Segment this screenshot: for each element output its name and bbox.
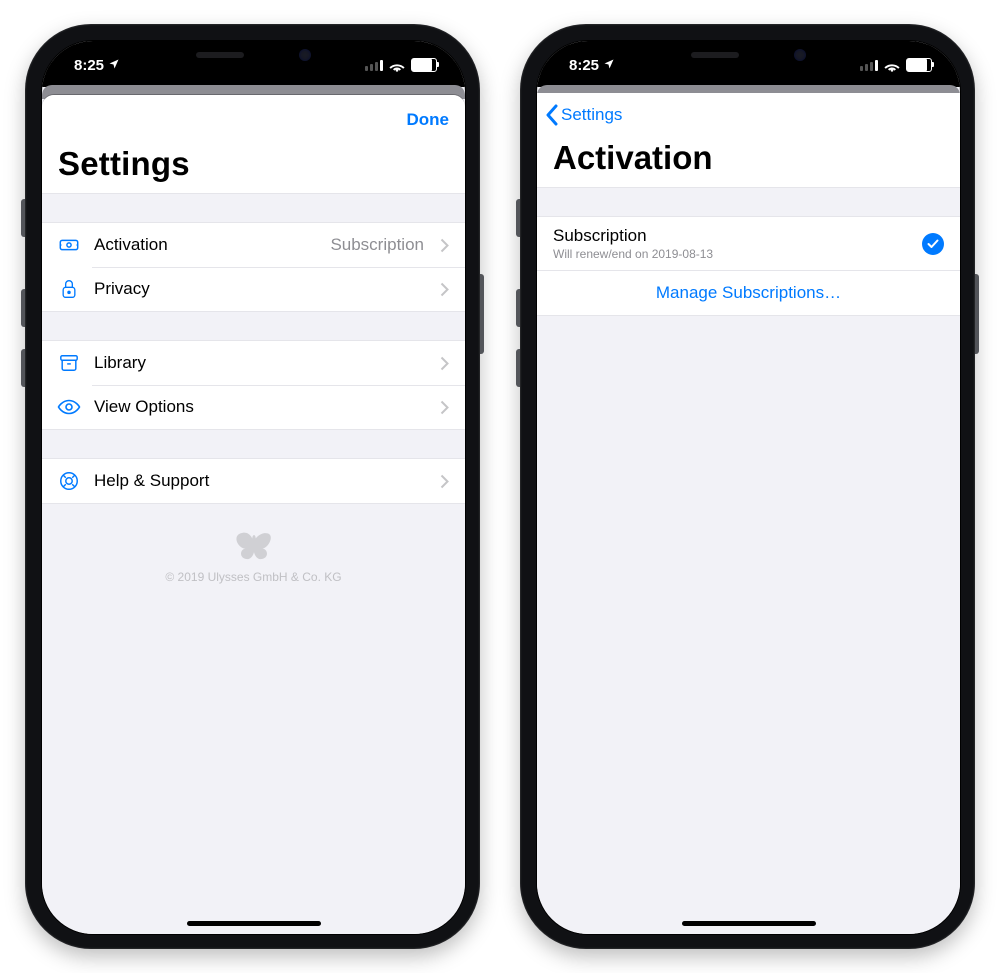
ticket-icon (56, 234, 82, 256)
subscription-subtitle: Will renew/end on 2019-08-13 (553, 247, 922, 261)
device-right: 8:25 Settings (520, 24, 975, 949)
wifi-icon (389, 59, 405, 71)
page-title: Activation (553, 139, 944, 177)
chevron-right-icon (440, 356, 449, 371)
copyright: © 2019 Ulysses GmbH & Co. KG (42, 570, 465, 584)
row-privacy[interactable]: Privacy (42, 267, 465, 311)
page-title: Settings (58, 145, 449, 183)
row-label: Help & Support (94, 471, 209, 491)
footer: © 2019 Ulysses GmbH & Co. KG (42, 530, 465, 584)
settings-sheet: Done Settings Activation Subscription (42, 95, 465, 934)
page-title-wrap: Settings (42, 145, 465, 194)
settings-group: Help & Support (42, 458, 465, 504)
back-label: Settings (561, 105, 622, 125)
status-time: 8:25 (569, 57, 599, 74)
row-label: Activation (94, 235, 168, 255)
home-indicator[interactable] (682, 921, 816, 926)
notch (156, 41, 352, 69)
battery-icon (411, 58, 437, 72)
settings-group: Activation Subscription Privacy (42, 222, 465, 312)
chevron-right-icon (440, 474, 449, 489)
cellular-icon (860, 60, 878, 71)
battery-icon (906, 58, 932, 72)
wifi-icon (884, 59, 900, 71)
chevron-right-icon (440, 238, 449, 253)
subscription-row[interactable]: Subscription Will renew/end on 2019-08-1… (537, 216, 960, 270)
done-button[interactable]: Done (407, 110, 450, 130)
chevron-right-icon (440, 400, 449, 415)
navbar: Settings Activation (537, 93, 960, 188)
activation-screen: Settings Activation Subscription Will re… (537, 93, 960, 934)
cellular-icon (365, 60, 383, 71)
row-activation[interactable]: Activation Subscription (42, 223, 465, 267)
row-view-options[interactable]: View Options (42, 385, 465, 429)
settings-group: Library View Options (42, 340, 465, 430)
eye-icon (56, 399, 82, 415)
chevron-right-icon (440, 282, 449, 297)
row-label: Privacy (94, 279, 150, 299)
row-library[interactable]: Library (42, 341, 465, 385)
notch (651, 41, 847, 69)
screen: 8:25 Done Settings (41, 40, 466, 935)
screen: 8:25 Settings (536, 40, 961, 935)
lock-icon (56, 278, 82, 300)
status-time: 8:25 (74, 57, 104, 74)
home-indicator[interactable] (187, 921, 321, 926)
row-detail: Subscription (330, 235, 424, 255)
manage-subscriptions-button[interactable]: Manage Subscriptions… (537, 270, 960, 316)
lifebuoy-icon (56, 470, 82, 492)
row-help[interactable]: Help & Support (42, 459, 465, 503)
location-icon (603, 57, 615, 74)
subscription-title: Subscription (553, 226, 922, 246)
archive-icon (56, 353, 82, 373)
device-left: 8:25 Done Settings (25, 24, 480, 949)
back-button[interactable]: Settings (545, 104, 622, 126)
location-icon (108, 57, 120, 74)
row-label: Library (94, 353, 146, 373)
butterfly-icon (42, 530, 465, 564)
row-label: View Options (94, 397, 194, 417)
navbar: Done (42, 95, 465, 145)
checkmark-icon (922, 233, 944, 255)
